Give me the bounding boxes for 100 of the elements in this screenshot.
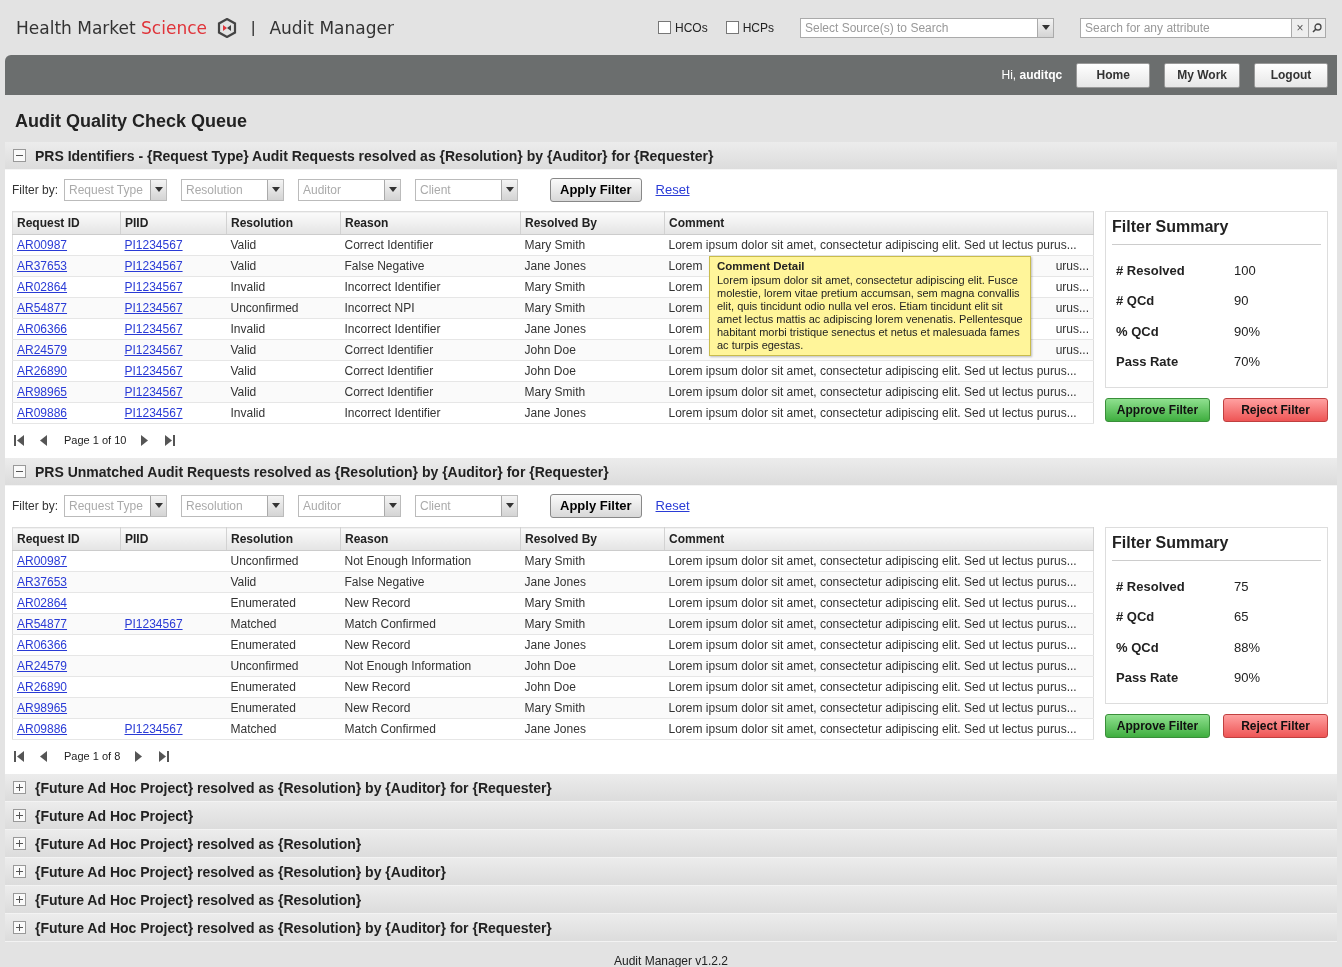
- request-id-link[interactable]: AR09886: [17, 406, 68, 420]
- table-cell: Match Confirmed: [340, 718, 521, 740]
- request-id-header: Request ID: [12, 527, 121, 551]
- request-id-header: Request ID: [12, 211, 121, 235]
- table-cell: Jane Jones: [520, 318, 665, 340]
- filter-label: Filter by:: [12, 182, 58, 197]
- search-field[interactable]: Search for any attribute ×: [1080, 17, 1326, 38]
- summary-title: Filter Summary: [1112, 534, 1321, 561]
- stat-label: % QCd: [1116, 639, 1160, 655]
- stat-value: 100: [1234, 262, 1256, 278]
- user-greeting: Hi, auditqc: [1001, 68, 1063, 82]
- search-icon[interactable]: [1308, 18, 1325, 37]
- comment-cell: Lorem ipsum dolor sit amet, consectetur adipiscing elit. Sed ut lectus purus...: [664, 571, 1094, 593]
- caret-icon: [384, 495, 400, 516]
- reset-link[interactable]: Reset: [655, 498, 690, 513]
- approve-filter-button[interactable]: Approve Filter: [1105, 398, 1210, 422]
- expand-icon[interactable]: [13, 921, 26, 934]
- request-id-link[interactable]: AR26890: [17, 364, 68, 378]
- app-title: Audit Manager: [269, 17, 394, 38]
- comment-text: Lorem: [668, 322, 703, 336]
- approve-filter-button[interactable]: Approve Filter: [1105, 714, 1210, 738]
- expand-icon[interactable]: [13, 893, 26, 906]
- checkbox[interactable]: [725, 21, 739, 34]
- tooltip-title: Comment Detail: [717, 260, 806, 272]
- request-id-link[interactable]: AR02864: [17, 280, 68, 294]
- request-id-link[interactable]: AR00987: [17, 554, 68, 568]
- comment-cell: Lorem ipsum dolor sit amet, consectetur adipiscing elit. Sed ut lectus purus...: [664, 381, 1094, 403]
- comment-text: urus...: [1055, 301, 1089, 315]
- apply-filter-button[interactable]: Apply Filter: [550, 493, 642, 518]
- table-cell: Jane Jones: [520, 402, 665, 424]
- section-title: {Future Ad Hoc Project} resolved as {Resolution}: [35, 891, 362, 908]
- caret-icon: [267, 179, 283, 200]
- nav-button[interactable]: My Work: [1164, 62, 1240, 88]
- piid-header: PIID: [120, 211, 227, 235]
- last-page-icon[interactable]: [165, 434, 177, 446]
- section-title: {Future Ad Hoc Project}: [35, 807, 194, 824]
- first-page-icon[interactable]: [14, 750, 25, 762]
- reject-filter-button[interactable]: Reject Filter: [1223, 714, 1328, 738]
- table-cell: Mary Smith: [520, 592, 665, 614]
- first-page-icon[interactable]: [14, 434, 25, 446]
- comment-text: urus...: [1055, 280, 1089, 294]
- expand-icon[interactable]: [13, 865, 26, 878]
- comment-cell: Lorem ipsum dolor sit amet, consectetur adipiscing elit. Sed ut lectus purus...: [664, 360, 1094, 382]
- brand-name: Health Market Science: [16, 17, 207, 38]
- last-page-icon[interactable]: [159, 750, 171, 762]
- table-cell: Mary Smith: [520, 276, 665, 298]
- comment-cell: Lorem ipsum dolor sit amet, consectetur adipiscing elit. Sed ut lectus purus...: [664, 634, 1094, 656]
- nav-button[interactable]: Logout: [1254, 62, 1328, 88]
- reject-filter-button[interactable]: Reject Filter: [1223, 398, 1328, 422]
- table-cell: Invalid: [226, 318, 341, 340]
- comment-header: Comment: [664, 527, 1094, 551]
- request-id-link[interactable]: AR09886: [17, 722, 68, 736]
- request-id-link[interactable]: AR06366: [17, 638, 68, 652]
- caret-icon: [501, 179, 517, 200]
- expand-icon[interactable]: [13, 809, 26, 822]
- request-id-link[interactable]: AR26890: [17, 680, 68, 694]
- previous-page-icon[interactable]: [39, 750, 50, 762]
- clear-button[interactable]: ×: [1291, 18, 1308, 37]
- expand-icon[interactable]: [13, 781, 26, 794]
- previous-page-icon[interactable]: [39, 434, 50, 446]
- piid-link[interactable]: PI1234567: [124, 406, 183, 420]
- comment-cell: Lorem ipsum dolor sit amet, consectetur adipiscing elit. Sed ut lectus purus...: [664, 402, 1094, 424]
- table-cell: Invalid: [226, 402, 341, 424]
- stat-value: 90: [1234, 293, 1249, 309]
- stat-label: % QCd: [1116, 323, 1160, 339]
- piid-link[interactable]: PI1234567: [124, 322, 183, 336]
- reason-header: Reason: [340, 211, 521, 235]
- comment-text: Lorem: [668, 301, 703, 315]
- header-separator: |: [251, 17, 256, 38]
- table-cell: Jane Jones: [520, 718, 665, 740]
- piid-link[interactable]: PI1234567: [124, 364, 183, 378]
- page-indicator: Page 1 of 8: [64, 750, 121, 762]
- table-cell: Matched: [226, 718, 341, 740]
- summary-title: Filter Summary: [1112, 218, 1321, 245]
- piid-link[interactable]: PI1234567: [124, 722, 183, 736]
- collapse-icon[interactable]: [13, 149, 26, 162]
- apply-filter-button[interactable]: Apply Filter: [550, 177, 642, 202]
- checkbox[interactable]: [658, 21, 671, 34]
- collapse-icon[interactable]: [13, 465, 26, 478]
- nav-button[interactable]: Home: [1076, 62, 1151, 88]
- table-cell: New Record: [340, 634, 521, 656]
- stat-label: Pass Rate: [1116, 670, 1180, 686]
- comment-cell: Lorem ipsum dolor sit amet, consectetur adipiscing elit. Sed ut lectus purus...: [664, 613, 1094, 635]
- page-title: Audit Quality Check Queue: [15, 111, 249, 132]
- piid-link[interactable]: PI1234567: [124, 280, 183, 294]
- reset-link[interactable]: Reset: [655, 182, 690, 197]
- request-id-link[interactable]: AR00987: [17, 238, 68, 252]
- stat-value: 70%: [1234, 354, 1261, 370]
- caret-icon: [501, 495, 517, 516]
- stat-value: 65: [1234, 609, 1249, 625]
- table-cell: Not Enough Information: [340, 550, 521, 572]
- logo-icon: [217, 17, 237, 38]
- table-cell: Jane Jones: [520, 634, 665, 656]
- expand-icon[interactable]: [13, 837, 26, 850]
- request-id-link[interactable]: AR06366: [17, 322, 68, 336]
- piid-link[interactable]: PI1234567: [124, 238, 183, 252]
- stat-value: 90%: [1234, 670, 1261, 686]
- request-id-link[interactable]: AR02864: [17, 596, 68, 610]
- piid-header: PIID: [120, 527, 227, 551]
- footer-version: Audit Manager v1.2.2: [612, 954, 730, 967]
